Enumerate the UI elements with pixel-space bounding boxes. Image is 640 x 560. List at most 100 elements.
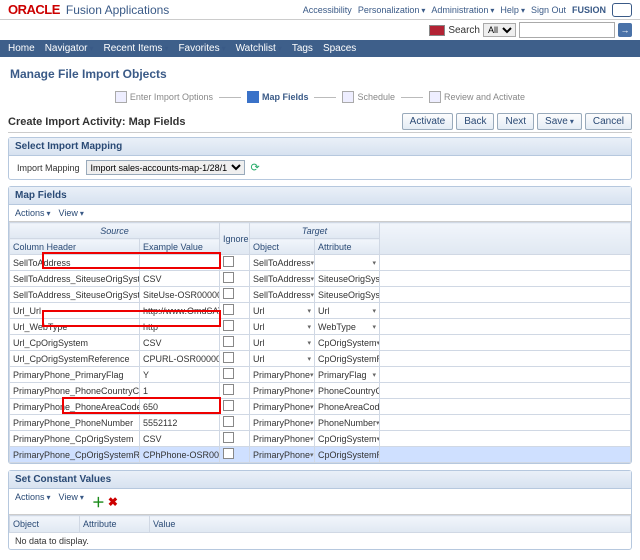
cell-attribute[interactable]: PhoneNumber▾ (315, 415, 380, 431)
checkbox-icon[interactable] (223, 256, 234, 267)
import-mapping-refresh-icon[interactable]: ⟳ (251, 161, 260, 174)
menu-recent-items[interactable]: Recent Items (104, 43, 169, 54)
menu-favorites[interactable]: Favorites (178, 43, 225, 54)
table-row[interactable]: Url_CpOrigSystemCSVUrl▾CpOrigSystem▾ (10, 335, 631, 351)
cell-ignore[interactable] (220, 415, 250, 431)
cell-object[interactable]: SellToAddress▾ (250, 271, 315, 287)
table-row[interactable]: SellToAddress_SiteuseOrigSystemCSVSellTo… (10, 271, 631, 287)
activate-button[interactable]: Activate (402, 113, 454, 130)
cell-object[interactable]: Url▾ (250, 319, 315, 335)
cell-ignore[interactable] (220, 271, 250, 287)
menu-home[interactable]: Home (8, 43, 35, 54)
cell-ignore[interactable] (220, 303, 250, 319)
help-menu[interactable]: Help (500, 5, 525, 15)
cell-object[interactable]: SellToAddress▾ (250, 255, 315, 271)
administration-menu[interactable]: Administration (431, 5, 494, 15)
cell-object[interactable]: Url▾ (250, 335, 315, 351)
table-row[interactable]: PrimaryPhone_PhoneNumber5552112PrimaryPh… (10, 415, 631, 431)
checkbox-icon[interactable] (223, 368, 234, 379)
chevron-down-icon[interactable]: ▾ (376, 419, 379, 427)
table-row[interactable]: Url_CpOrigSystemReferenceCPURL-OSR000000… (10, 351, 631, 367)
cell-object[interactable]: PrimaryPhone▾ (250, 399, 315, 415)
cell-attribute[interactable]: SiteuseOrigSyst▾ (315, 287, 380, 303)
cell-attribute[interactable]: CpOrigSystemR▾ (315, 447, 380, 463)
cell-object[interactable]: Url▾ (250, 303, 315, 319)
chevron-down-icon[interactable]: ▾ (310, 371, 314, 379)
cell-attribute[interactable]: CpOrigSystemR▾ (315, 351, 380, 367)
back-button[interactable]: Back (456, 113, 494, 130)
search-input[interactable] (519, 22, 615, 38)
chevron-down-icon[interactable]: ▾ (310, 419, 314, 427)
save-button[interactable]: Save (537, 113, 582, 130)
cell-attribute[interactable]: PrimaryFlag▾ (315, 367, 380, 383)
search-scope-select[interactable]: All (483, 23, 516, 37)
step-schedule[interactable]: Schedule (342, 91, 395, 103)
chevron-down-icon[interactable]: ▾ (372, 371, 376, 379)
step-map-fields[interactable]: Map Fields (247, 91, 309, 103)
table-row[interactable]: PrimaryPhone_PrimaryFlagYPrimaryPhone▾Pr… (10, 367, 631, 383)
cell-ignore[interactable] (220, 335, 250, 351)
cell-ignore[interactable] (220, 319, 250, 335)
table-row[interactable]: SellToAddress_SiteuseOrigSystemRefSiteUs… (10, 287, 631, 303)
col-attribute[interactable]: Attribute (315, 239, 380, 255)
cell-object[interactable]: PrimaryPhone▾ (250, 367, 315, 383)
cell-attribute[interactable]: WebType▾ (315, 319, 380, 335)
checkbox-icon[interactable] (223, 336, 234, 347)
table-row[interactable]: SellToAddress_SellToAddress▾▾ (10, 255, 631, 271)
next-button[interactable]: Next (497, 113, 534, 130)
mapfields-actions-menu[interactable]: Actions (15, 208, 51, 218)
checkbox-icon[interactable] (223, 400, 234, 411)
chevron-down-icon[interactable]: ▾ (372, 323, 376, 331)
const-col-value[interactable]: Value (150, 516, 631, 533)
cell-object[interactable]: PrimaryPhone▾ (250, 415, 315, 431)
chevron-down-icon[interactable]: ▾ (310, 403, 314, 411)
cancel-button[interactable]: Cancel (585, 113, 632, 130)
checkbox-icon[interactable] (223, 384, 234, 395)
checkbox-icon[interactable] (223, 352, 234, 363)
checkbox-icon[interactable] (223, 304, 234, 315)
col-column-header[interactable]: Column Header (10, 239, 140, 255)
accessibility-link[interactable]: Accessibility (303, 5, 352, 15)
constvals-actions-menu[interactable]: Actions (15, 492, 51, 511)
cell-ignore[interactable] (220, 351, 250, 367)
chevron-down-icon[interactable]: ▾ (372, 259, 376, 267)
menu-tags[interactable]: Tags (292, 43, 313, 54)
chevron-down-icon[interactable]: ▾ (310, 435, 314, 443)
table-row[interactable]: PrimaryPhone_PhoneCountryCode1PrimaryPho… (10, 383, 631, 399)
table-row[interactable]: Url_Urlhttp://www.OmdSAThUrl▾Url▾ (10, 303, 631, 319)
const-col-object[interactable]: Object (10, 516, 80, 533)
cell-object[interactable]: PrimaryPhone▾ (250, 383, 315, 399)
cell-ignore[interactable] (220, 447, 250, 463)
checkbox-icon[interactable] (223, 272, 234, 283)
cell-ignore[interactable] (220, 367, 250, 383)
col-example-value[interactable]: Example Value (140, 239, 220, 255)
cell-ignore[interactable] (220, 431, 250, 447)
const-col-attribute[interactable]: Attribute (80, 516, 150, 533)
col-object[interactable]: Object (250, 239, 315, 255)
table-row[interactable]: PrimaryPhone_PhoneAreaCode650PrimaryPhon… (10, 399, 631, 415)
menu-navigator[interactable]: Navigator (45, 43, 94, 54)
table-row[interactable]: PrimaryPhone_CpOrigSystemCSVPrimaryPhone… (10, 431, 631, 447)
chevron-down-icon[interactable]: ▾ (307, 355, 311, 363)
cell-attribute[interactable]: PhoneAreaCode▾ (315, 399, 380, 415)
cell-attribute[interactable]: Url▾ (315, 303, 380, 319)
cell-ignore[interactable] (220, 287, 250, 303)
cell-attribute[interactable]: ▾ (315, 255, 380, 271)
chevron-down-icon[interactable]: ▾ (310, 451, 314, 459)
cell-object[interactable]: SellToAddress▾ (250, 287, 315, 303)
table-row[interactable]: PrimaryPhone_CpOrigSystemReferenceCPhPho… (10, 447, 631, 463)
cell-attribute[interactable]: CpOrigSystem▾ (315, 431, 380, 447)
checkbox-icon[interactable] (223, 320, 234, 331)
search-go-button[interactable]: → (618, 23, 632, 37)
checkbox-icon[interactable] (223, 432, 234, 443)
cell-attribute[interactable]: CpOrigSystem▾ (315, 335, 380, 351)
cell-object[interactable]: PrimaryPhone▾ (250, 431, 315, 447)
cell-object[interactable]: Url▾ (250, 351, 315, 367)
mapfields-view-menu[interactable]: View (59, 208, 84, 218)
menu-spaces[interactable]: Spaces (323, 43, 356, 54)
chevron-down-icon[interactable]: ▾ (307, 323, 311, 331)
add-row-icon[interactable]: ＋ (92, 492, 105, 511)
cell-ignore[interactable] (220, 399, 250, 415)
sign-out-link[interactable]: Sign Out (531, 5, 566, 15)
personalization-menu[interactable]: Personalization (358, 5, 426, 15)
